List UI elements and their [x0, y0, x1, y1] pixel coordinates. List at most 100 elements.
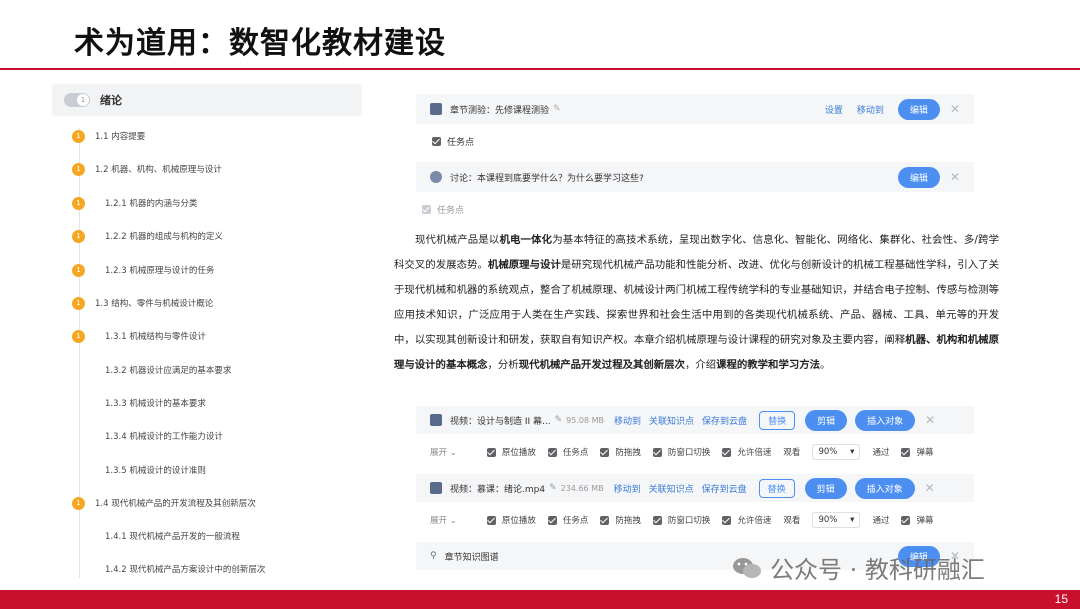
- video1-opt-1: 任务点: [547, 446, 588, 458]
- close-icon[interactable]: ✕: [950, 102, 960, 116]
- toc-item[interactable]: 1 1.2.3 机械原理与设计的任务: [52, 260, 214, 280]
- video1-title[interactable]: 视频：设计与制造 II 幕...: [450, 414, 551, 427]
- video1-opt-4: 允许倍速: [722, 446, 771, 458]
- video2-clip-button[interactable]: 剪辑: [804, 477, 847, 499]
- toc-chapter-header[interactable]: 1 绪论: [52, 84, 362, 116]
- video2-expand[interactable]: 展开 ⌄: [430, 514, 457, 526]
- video2-opt-1: 任务点: [547, 514, 588, 526]
- video1-link-kp[interactable]: 关联知识点: [649, 414, 694, 427]
- toc-item[interactable]: 1.4.1 现代机械产品开发的一般流程: [52, 526, 240, 546]
- text-run: 是研究现代机械产品功能和性能分析、改进、优化与创新设计的机械工程基础性学科，引入…: [394, 259, 1000, 346]
- close-icon[interactable]: ✕: [950, 170, 960, 184]
- checkbox-checked-icon[interactable]: [652, 515, 662, 525]
- checkbox-checked-icon[interactable]: [600, 515, 610, 525]
- checkbox-checked-icon[interactable]: [547, 515, 557, 525]
- toc-item-label: 1.4 现代机械产品的开发流程及其创新层次: [95, 499, 256, 509]
- option-label: 允许倍速: [737, 516, 772, 526]
- video1-save-cloud[interactable]: 保存到云盘: [702, 414, 747, 427]
- wechat-watermark: 公众号 · 教科研融汇: [732, 550, 985, 585]
- quiz-move-link[interactable]: 移动到: [857, 103, 884, 116]
- toc-item[interactable]: 1 1.3.1 机械结构与零件设计: [52, 326, 206, 346]
- video1-watch-select[interactable]: 90% ▾: [812, 444, 861, 460]
- quiz-task-row: 任务点: [416, 128, 974, 154]
- quiz-settings-link[interactable]: 设置: [825, 103, 843, 116]
- text-run: 。: [820, 359, 831, 371]
- chevron-down-icon: ▾: [850, 515, 855, 525]
- checkbox-checked-icon[interactable]: [432, 136, 441, 146]
- checkbox-checked-icon[interactable]: [722, 515, 732, 525]
- toc-item[interactable]: 1.3.2 机器设计应满足的基本要求: [52, 360, 231, 380]
- video1-options-row: 展开 ⌄ 原位播放 任务点 防拖拽 防窗口切换 允许倍速 观看 90% ▾ 通过 …: [416, 440, 974, 464]
- title-divider: [0, 68, 1080, 70]
- video2-save-cloud[interactable]: 保存到云盘: [702, 482, 747, 495]
- option-label: 允许倍速: [737, 448, 772, 458]
- checkbox-checked-icon[interactable]: [486, 515, 496, 525]
- checkbox-checked-icon[interactable]: [600, 447, 610, 457]
- close-icon[interactable]: ✕: [925, 481, 935, 495]
- toc-progress-dot-icon: 1: [72, 229, 85, 243]
- knowledge-graph-title[interactable]: 章节知识图谱: [445, 550, 499, 563]
- video1-clip-button[interactable]: 剪辑: [805, 409, 848, 431]
- checkbox-checked-icon[interactable]: [901, 447, 911, 457]
- bold-term: 机械原理与设计: [487, 259, 561, 271]
- chapter-intro-paragraph[interactable]: 现代机械产品是以机电一体化为基本特征的高技术系统，呈现出数字化、信息化、智能化、…: [394, 228, 999, 378]
- toc-item[interactable]: 1 1.3 结构、零件与机械设计概论: [52, 293, 213, 313]
- toc-item[interactable]: 1 1.4 现代机械产品的开发流程及其创新层次: [52, 493, 256, 513]
- toc-item-label: 1.1 内容提要: [95, 132, 146, 142]
- toc-item[interactable]: 1 1.2 机器、机构、机械原理与设计: [52, 159, 222, 179]
- bold-term: 机电一体化: [499, 234, 553, 246]
- video2-options-row: 展开 ⌄ 原位播放 任务点 防拖拽 防窗口切换 允许倍速 观看 90% ▾ 通过 …: [416, 508, 974, 532]
- checkbox-checked-icon[interactable]: [722, 447, 732, 457]
- close-icon[interactable]: ✕: [925, 413, 935, 427]
- toc-item[interactable]: 1 1.1 内容提要: [52, 126, 145, 146]
- video1-replace-button[interactable]: 替换: [759, 410, 796, 430]
- video2-insert-button[interactable]: 插入对象: [854, 477, 915, 499]
- video2-watch-select[interactable]: 90% ▾: [812, 512, 861, 528]
- toc-item-label: 1.4.2 现代机械产品方案设计中的创新层次: [105, 565, 266, 575]
- option-label: 防拖拽: [615, 448, 641, 458]
- expand-label: 展开: [430, 516, 448, 526]
- discussion-task-row: 任务点: [416, 196, 974, 222]
- toc-item[interactable]: 1.3.4 机械设计的工作能力设计: [52, 426, 223, 446]
- video-icon: [430, 482, 442, 494]
- checkbox-checked-icon[interactable]: [901, 515, 911, 525]
- video1-insert-button[interactable]: 插入对象: [855, 409, 916, 431]
- toc-item[interactable]: 1.3.5 机械设计的设计准则: [52, 460, 206, 480]
- video2-pass-label: 通过: [872, 516, 890, 526]
- pencil-icon[interactable]: ✎: [553, 104, 561, 114]
- video1-danmu: 弹幕: [901, 446, 933, 458]
- page-number: 15: [1054, 592, 1068, 606]
- video2-move-link[interactable]: 移动到: [614, 482, 641, 495]
- toc-item-label: 1.3.1 机械结构与零件设计: [105, 332, 206, 342]
- video1-header: 视频：设计与制造 II 幕... ✎ 95.08 MB 移动到 关联知识点 保存…: [416, 406, 974, 434]
- video2-link-kp[interactable]: 关联知识点: [649, 482, 694, 495]
- toc-item[interactable]: 1 1.2.1 机器的内涵与分类: [52, 193, 197, 213]
- quiz-edit-button[interactable]: 编辑: [897, 98, 940, 120]
- checkbox-checked-icon[interactable]: [547, 447, 557, 457]
- video2-opt-2: 防拖拽: [600, 514, 641, 526]
- video2-header: 视频：慕课：绪论.mp4 ✎ 234.66 MB 移动到 关联知识点 保存到云盘…: [416, 474, 974, 502]
- pencil-icon[interactable]: ✎: [555, 415, 563, 425]
- toc-item[interactable]: 1.3.3 机械设计的基本要求: [52, 393, 206, 413]
- checkbox-checked-icon[interactable]: [652, 447, 662, 457]
- slide-title: 术为道用：数智化教材建设: [74, 26, 446, 61]
- toc-item-label: 1.3.4 机械设计的工作能力设计: [105, 432, 223, 442]
- discussion-edit-button[interactable]: 编辑: [897, 166, 940, 188]
- quiz-title[interactable]: 章节测验：先修课程测验: [450, 103, 549, 116]
- video1-expand[interactable]: 展开 ⌄: [430, 446, 457, 458]
- checkbox-checked-icon[interactable]: [486, 447, 496, 457]
- collapse-toggle[interactable]: 1: [64, 93, 90, 107]
- video1-move-link[interactable]: 移动到: [614, 414, 641, 427]
- video2-replace-button[interactable]: 替换: [758, 478, 795, 498]
- discussion-title[interactable]: 讨论：本课程到底要学什么？为什么要学习这些?: [450, 171, 644, 184]
- toggle-badge: 1: [77, 94, 89, 106]
- video2-title[interactable]: 视频：慕课：绪论.mp4: [450, 482, 545, 495]
- toc-item[interactable]: 1.4.2 现代机械产品方案设计中的创新层次: [52, 559, 265, 579]
- discussion-task-label: 任务点: [437, 205, 465, 216]
- video1-opt-2: 防拖拽: [600, 446, 641, 458]
- video2-watch-label: 观看: [783, 516, 801, 526]
- select-value: 90%: [818, 447, 838, 457]
- toc-item[interactable]: 1 1.2.2 机器的组成与机构的定义: [52, 226, 223, 246]
- checkbox-icon[interactable]: [422, 204, 431, 214]
- pencil-icon[interactable]: ✎: [549, 483, 557, 493]
